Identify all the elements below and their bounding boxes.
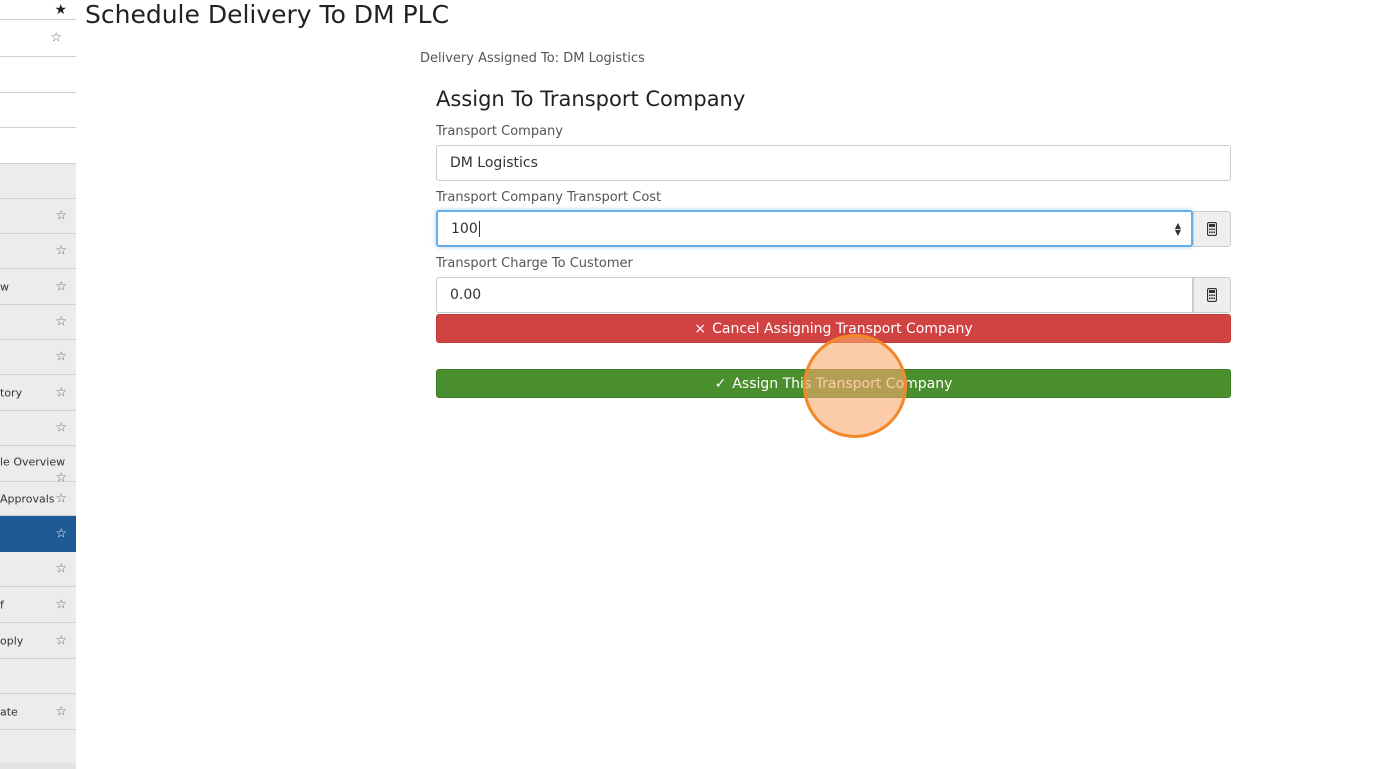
star-outline-icon[interactable]: ☆ <box>55 386 67 399</box>
transport-company-input[interactable]: DM Logistics <box>436 145 1231 181</box>
sidebar-item-1[interactable]: ☆ <box>0 20 76 57</box>
sidebar-item-label: f <box>0 598 4 611</box>
number-spinner[interactable]: ▲ ▼ <box>1175 221 1181 236</box>
sidebar-item-12[interactable]: ☆ <box>0 411 76 446</box>
times-icon: × <box>694 320 707 337</box>
star-outline-icon[interactable]: ☆ <box>55 210 67 223</box>
star-outline-icon[interactable]: ☆ <box>55 245 67 258</box>
sidebar-item-19[interactable] <box>0 659 76 694</box>
sidebar-item-21[interactable] <box>0 730 76 763</box>
star-solid-icon[interactable]: ★ <box>54 3 67 17</box>
sidebar-item-6[interactable]: ☆ <box>0 199 76 234</box>
sidebar-item-label: tory <box>0 386 23 399</box>
sidebar-item-17[interactable]: f ☆ <box>0 587 76 623</box>
sidebar-item-9[interactable]: ☆ <box>0 305 76 340</box>
star-outline-icon[interactable]: ☆ <box>55 316 67 329</box>
sidebar-item-0[interactable]: ★ <box>0 0 76 20</box>
sidebar-item-label: le Overview <box>0 455 66 469</box>
sidebar-item-4[interactable] <box>0 128 76 164</box>
star-outline-icon[interactable]: ☆ <box>55 634 67 647</box>
transport-company-label: Transport Company <box>436 124 563 139</box>
assign-transport-button[interactable]: ✓ Assign This Transport Company <box>436 369 1231 398</box>
charge-customer-input[interactable]: 0.00 <box>436 277 1193 313</box>
sidebar-item-8[interactable]: w ☆ <box>0 269 76 305</box>
sidebar-item-label: ate <box>0 705 18 718</box>
sidebar-item-20[interactable]: ate ☆ <box>0 694 76 730</box>
sidebar-item-label: Approvals <box>0 492 55 505</box>
sidebar: ★ ☆ ☆ ☆ w ☆ ☆ ☆ tory ☆ ☆ le Overview ☆ A… <box>0 0 76 769</box>
sidebar-item-label: oply <box>0 634 24 647</box>
sidebar-item-14[interactable]: Approvals ☆ <box>0 482 76 516</box>
star-outline-icon[interactable]: ☆ <box>50 32 62 45</box>
sidebar-item-3[interactable] <box>0 93 76 128</box>
cancel-assign-label: Cancel Assigning Transport Company <box>712 320 973 337</box>
sidebar-item-15[interactable]: ☆ <box>0 516 76 552</box>
star-outline-icon[interactable]: ☆ <box>55 280 67 293</box>
charge-customer-label: Transport Charge To Customer <box>436 256 633 271</box>
star-outline-icon[interactable]: ☆ <box>55 422 67 435</box>
star-outline-icon[interactable]: ☆ <box>55 492 67 505</box>
sidebar-item-16[interactable]: ☆ <box>0 552 76 587</box>
transport-cost-value: 100 <box>451 220 478 237</box>
calculator-icon <box>1207 222 1217 236</box>
star-outline-icon[interactable]: ☆ <box>55 351 67 364</box>
star-outline-icon[interactable]: ☆ <box>55 528 67 541</box>
calculator-icon <box>1207 288 1217 302</box>
calculator-button[interactable] <box>1193 211 1231 247</box>
star-outline-icon[interactable]: ☆ <box>55 472 67 482</box>
cancel-assign-button[interactable]: × Cancel Assigning Transport Company <box>436 314 1231 343</box>
sidebar-item-7[interactable]: ☆ <box>0 234 76 269</box>
charge-customer-value: 0.00 <box>450 287 482 303</box>
transport-company-value: DM Logistics <box>450 155 538 171</box>
sidebar-item-13[interactable]: le Overview ☆ <box>0 446 76 482</box>
sidebar-item-5[interactable] <box>0 164 76 199</box>
star-outline-icon[interactable]: ☆ <box>55 705 67 718</box>
check-icon: ✓ <box>714 375 727 392</box>
assign-transport-label: Assign This Transport Company <box>732 375 953 392</box>
page-title: Schedule Delivery To DM PLC <box>85 0 450 29</box>
sidebar-item-18[interactable]: oply ☆ <box>0 623 76 659</box>
star-outline-icon[interactable]: ☆ <box>55 563 67 576</box>
delivery-assigned-text: Delivery Assigned To: DM Logistics <box>420 51 645 66</box>
text-cursor <box>478 220 480 237</box>
form-title: Assign To Transport Company <box>436 87 746 111</box>
sidebar-item-label: w <box>0 280 9 293</box>
sidebar-item-11[interactable]: tory ☆ <box>0 375 76 411</box>
star-outline-icon[interactable]: ☆ <box>55 598 67 611</box>
sidebar-footer <box>0 763 76 769</box>
sidebar-item-2[interactable] <box>0 57 76 93</box>
calculator-button[interactable] <box>1193 277 1231 313</box>
transport-cost-label: Transport Company Transport Cost <box>436 190 662 205</box>
transport-cost-input[interactable]: 100 ▲ ▼ <box>436 210 1193 247</box>
sidebar-item-10[interactable]: ☆ <box>0 340 76 375</box>
